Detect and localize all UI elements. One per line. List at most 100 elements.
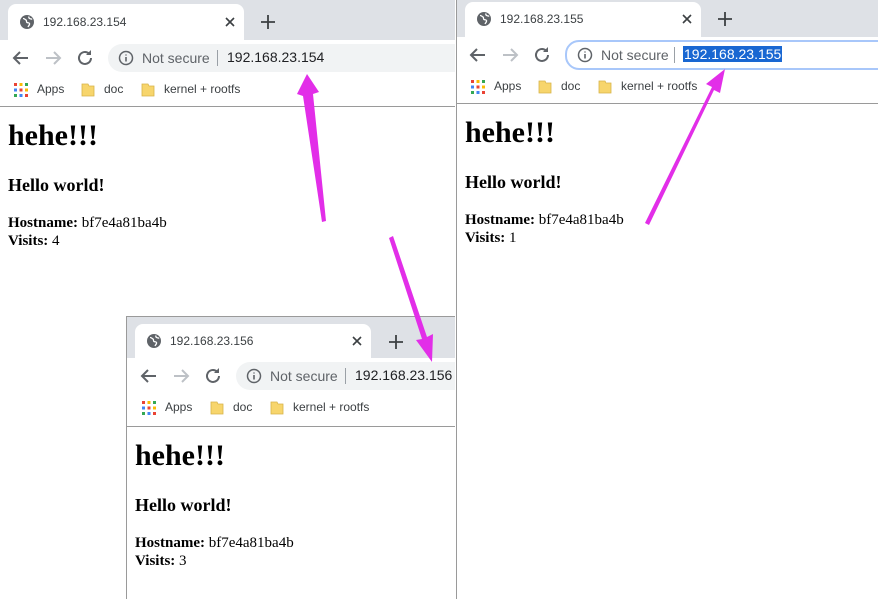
info-icon[interactable] (246, 368, 262, 384)
folder-icon (270, 401, 284, 415)
close-icon[interactable] (679, 11, 695, 27)
reload-icon[interactable] (531, 44, 553, 66)
not-secure-label: Not secure (270, 368, 338, 384)
close-icon[interactable] (222, 14, 238, 30)
tab-active[interactable]: 192.168.23.154 (8, 4, 244, 40)
url-text-selected[interactable]: 192.168.23.155 (683, 46, 783, 62)
bookmarks-bar: Apps doc kernel + rootfs (0, 76, 455, 104)
bookmark-label: kernel + rootfs (164, 82, 241, 96)
globe-icon (20, 15, 34, 29)
page-heading: hehe!!! (135, 439, 225, 472)
bookmark-kernel-rootfs[interactable]: kernel + rootfs (597, 77, 707, 97)
tab-title: 192.168.23.156 (170, 334, 254, 348)
folder-icon (81, 83, 95, 97)
bookmark-label: kernel + rootfs (293, 400, 370, 414)
tab-title: 192.168.23.154 (43, 15, 127, 29)
reload-icon[interactable] (202, 365, 224, 387)
omnibox-separator (345, 368, 346, 384)
address-bar[interactable]: Not secure 192.168.23.154 (108, 44, 455, 72)
page-content: hehe!!! Hello world! Hostname: bf7e4a81b… (127, 427, 455, 599)
tab-active[interactable]: 192.168.23.156 (135, 324, 371, 358)
page-content: hehe!!! Hello world! Hostname: bf7e4a81b… (457, 104, 878, 599)
bookmark-kernel-rootfs[interactable]: kernel + rootfs (140, 80, 250, 100)
hostname-line: Hostname: bf7e4a81ba4b (8, 215, 167, 232)
globe-icon (147, 334, 161, 348)
bookmark-apps[interactable]: Apps (141, 398, 201, 418)
bookmark-label: Apps (494, 79, 522, 93)
reload-icon[interactable] (74, 47, 96, 69)
apps-grid-icon (142, 401, 156, 415)
visits-line: Visits: 3 (135, 553, 187, 570)
back-arrow-icon[interactable] (467, 44, 489, 66)
browser-window-154: 192.168.23.154 Not secure 192.168.23.154… (0, 0, 455, 316)
back-arrow-icon[interactable] (10, 47, 32, 69)
hostname-line: Hostname: bf7e4a81ba4b (135, 535, 294, 552)
page-heading: hehe!!! (8, 119, 98, 152)
tab-strip: 192.168.23.156 (127, 317, 455, 358)
visits-line: Visits: 4 (8, 233, 60, 250)
plus-icon[interactable] (714, 8, 736, 30)
hostname-value: bf7e4a81ba4b (78, 215, 167, 231)
bookmark-label: doc (104, 82, 124, 96)
bookmark-label: Apps (165, 400, 193, 414)
visits-label: Visits: (465, 230, 506, 246)
info-icon[interactable] (118, 50, 134, 66)
bookmark-label: doc (233, 400, 253, 414)
folder-icon (141, 83, 155, 97)
tab-title: 192.168.23.155 (500, 12, 584, 26)
omnibox-separator (674, 47, 675, 63)
hostname-value: bf7e4a81ba4b (205, 535, 294, 551)
page-subheading: Hello world! (465, 172, 562, 192)
bookmark-apps[interactable]: Apps (470, 77, 530, 97)
url-text[interactable]: 192.168.23.156 (354, 367, 453, 383)
toolbar: Not secure 192.168.23.156 (127, 358, 455, 394)
address-bar[interactable]: Not secure 192.168.23.155 (565, 40, 878, 70)
bookmarks-bar: Apps doc kernel + rootfs (127, 394, 455, 422)
page-subheading: Hello world! (8, 175, 105, 195)
plus-icon[interactable] (257, 11, 279, 33)
info-icon[interactable] (577, 47, 593, 63)
close-icon[interactable] (349, 333, 365, 349)
forward-arrow-icon[interactable] (42, 47, 64, 69)
folder-icon (598, 80, 612, 94)
page-subheading: Hello world! (135, 495, 232, 515)
bookmark-apps[interactable]: Apps (13, 80, 73, 100)
address-bar[interactable]: Not secure 192.168.23.156 (236, 362, 455, 390)
hostname-label: Hostname: (135, 535, 205, 551)
toolbar: Not secure 192.168.23.154 (0, 40, 455, 76)
browser-window-155: 192.168.23.155 Not secure 192.168.23.155… (456, 0, 878, 599)
hostname-label: Hostname: (8, 215, 78, 231)
bookmarks-bar: Apps doc kernel + rootfs (457, 73, 878, 101)
page-content: hehe!!! Hello world! Hostname: bf7e4a81b… (0, 107, 455, 316)
not-secure-label: Not secure (601, 47, 669, 63)
visits-value: 1 (505, 230, 517, 246)
tab-strip: 192.168.23.155 (457, 0, 878, 37)
tab-active[interactable]: 192.168.23.155 (465, 2, 701, 37)
apps-grid-icon (14, 83, 28, 97)
toolbar: Not secure 192.168.23.155 (457, 37, 878, 73)
plus-icon[interactable] (385, 331, 407, 353)
page-heading: hehe!!! (465, 116, 555, 149)
folder-icon (538, 80, 552, 94)
bookmark-doc[interactable]: doc (209, 398, 259, 418)
visits-value: 3 (175, 553, 187, 569)
bookmark-label: doc (561, 79, 581, 93)
forward-arrow-icon[interactable] (170, 365, 192, 387)
visits-label: Visits: (8, 233, 49, 249)
hostname-line: Hostname: bf7e4a81ba4b (465, 212, 624, 229)
visits-line: Visits: 1 (465, 230, 517, 247)
folder-icon (210, 401, 224, 415)
bookmark-doc[interactable]: doc (80, 80, 130, 100)
apps-grid-icon (471, 80, 485, 94)
forward-arrow-icon[interactable] (499, 44, 521, 66)
bookmark-label: Apps (37, 82, 65, 96)
hostname-label: Hostname: (465, 212, 535, 228)
not-secure-label: Not secure (142, 50, 210, 66)
bookmark-kernel-rootfs[interactable]: kernel + rootfs (269, 398, 379, 418)
back-arrow-icon[interactable] (138, 365, 160, 387)
bookmark-label: kernel + rootfs (621, 79, 698, 93)
hostname-value: bf7e4a81ba4b (535, 212, 624, 228)
bookmark-doc[interactable]: doc (537, 77, 587, 97)
visits-label: Visits: (135, 553, 176, 569)
url-text[interactable]: 192.168.23.154 (226, 49, 325, 65)
